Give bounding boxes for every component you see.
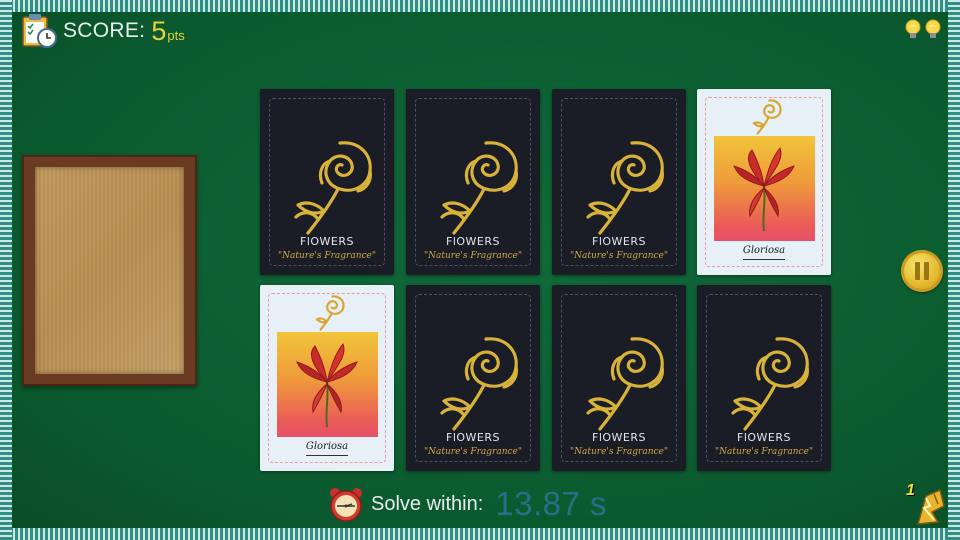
card-subtitle: "Nature's Fragrance" bbox=[423, 447, 523, 457]
card-flower-name: Gloriosa bbox=[305, 441, 349, 452]
pause-icon bbox=[915, 262, 920, 280]
rose-icon bbox=[586, 141, 664, 235]
flower-photo bbox=[714, 136, 815, 241]
timer-display: Solve within: 13.87 s bbox=[327, 485, 607, 523]
timer-label: Solve within: bbox=[371, 492, 484, 515]
clipboard-timer-icon bbox=[22, 14, 57, 48]
alarm-clock-icon bbox=[330, 488, 362, 522]
pause-button[interactable] bbox=[901, 250, 943, 292]
flower-photo bbox=[277, 332, 378, 437]
card-subtitle: "Nature's Fragrance" bbox=[569, 447, 669, 457]
discard-board bbox=[22, 155, 197, 386]
card-title: FlOWERS bbox=[737, 431, 791, 444]
card-face-down[interactable]: FlOWERS "Nature's Fragrance" bbox=[697, 285, 831, 471]
card-name-underline bbox=[743, 259, 785, 260]
rose-icon bbox=[586, 337, 664, 431]
card-face-down[interactable]: FlOWERS "Nature's Fragrance" bbox=[552, 89, 686, 275]
gloriosa-flower-image bbox=[296, 343, 358, 428]
hint-bulb-icon[interactable] bbox=[924, 19, 942, 41]
gloriosa-flower-image bbox=[733, 147, 795, 232]
card-title: FlOWERS bbox=[592, 431, 646, 444]
rose-icon bbox=[315, 295, 345, 331]
card-flower-name: Gloriosa bbox=[742, 245, 786, 256]
card-subtitle: "Nature's Fragrance" bbox=[423, 251, 523, 261]
card-name-underline bbox=[306, 455, 348, 456]
card-title: FlOWERS bbox=[446, 235, 500, 248]
rose-icon bbox=[440, 337, 518, 431]
score-display: SCORE: 5 pts bbox=[20, 12, 185, 50]
power-up-count: 1 bbox=[906, 482, 915, 499]
card-subtitle: "Nature's Fragrance" bbox=[277, 251, 377, 261]
score-label: SCORE: bbox=[63, 19, 146, 42]
rose-icon bbox=[440, 141, 518, 235]
card-face-down[interactable]: FlOWERS "Nature's Fragrance" bbox=[552, 285, 686, 471]
cork-surface bbox=[35, 167, 184, 374]
rose-icon bbox=[731, 337, 809, 431]
rose-icon bbox=[294, 141, 372, 235]
card-subtitle: "Nature's Fragrance" bbox=[714, 447, 814, 457]
card-face-down[interactable]: FlOWERS "Nature's Fragrance" bbox=[406, 89, 540, 275]
card-face-up[interactable]: Gloriosa bbox=[260, 285, 394, 471]
card-face-up[interactable]: Gloriosa bbox=[697, 89, 831, 275]
hint-bulb-icon[interactable] bbox=[904, 19, 922, 41]
card-title: FlOWERS bbox=[592, 235, 646, 248]
score-unit: pts bbox=[167, 28, 185, 43]
hints[interactable] bbox=[904, 19, 942, 41]
card-title: FlOWERS bbox=[300, 235, 354, 248]
card-face-down[interactable]: FlOWERS "Nature's Fragrance" bbox=[406, 285, 540, 471]
timer-value: 13.87 s bbox=[495, 485, 608, 522]
pause-icon bbox=[924, 262, 929, 280]
card-face-down[interactable]: FlOWERS "Nature's Fragrance" bbox=[260, 89, 394, 275]
score-value: 5 bbox=[151, 15, 167, 46]
rose-icon bbox=[752, 99, 782, 135]
card-title: FlOWERS bbox=[446, 431, 500, 444]
card-subtitle: "Nature's Fragrance" bbox=[569, 251, 669, 261]
